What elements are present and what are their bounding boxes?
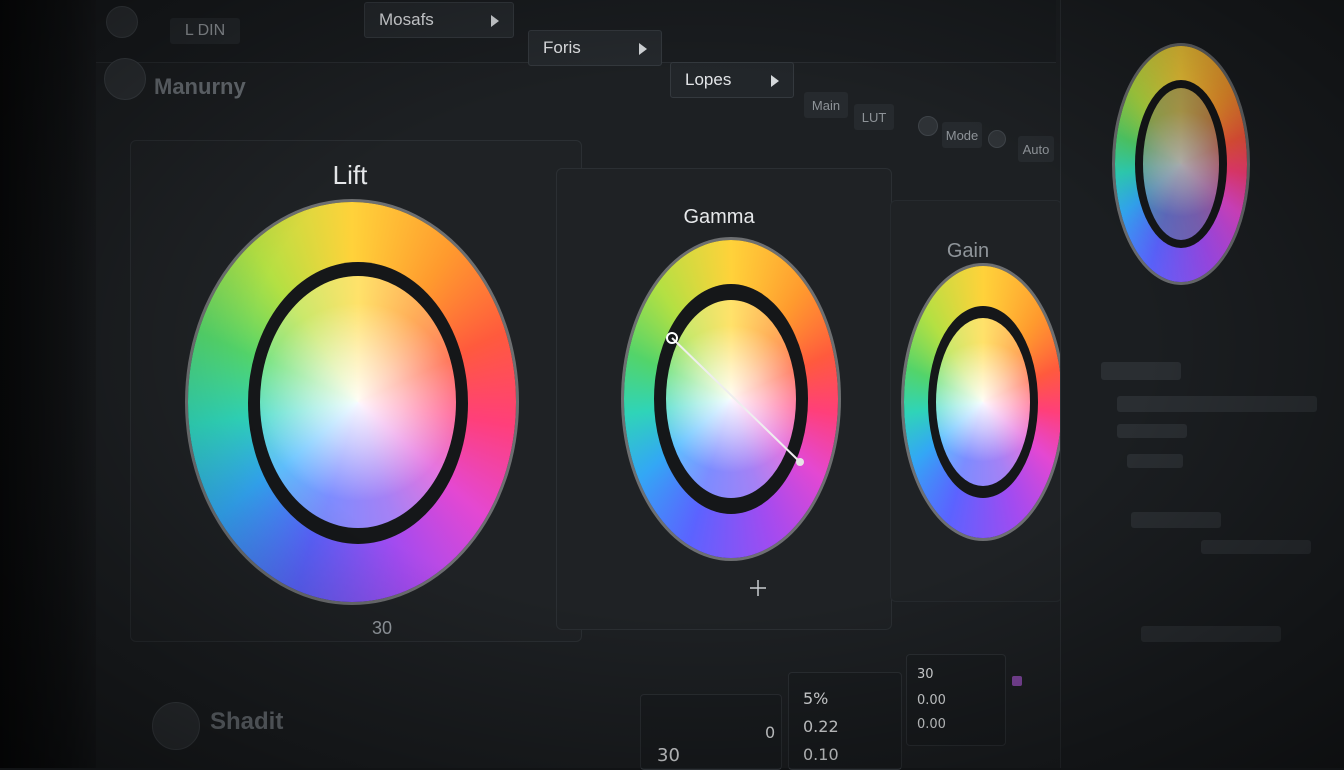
toolbar-chip-main[interactable]: Main bbox=[804, 92, 848, 118]
readout-value: 0.10 bbox=[803, 745, 839, 764]
lift-color-wheel[interactable] bbox=[188, 202, 516, 602]
add-icon[interactable] bbox=[748, 578, 768, 598]
section-collapse-button[interactable] bbox=[104, 58, 146, 100]
side-panel bbox=[1060, 0, 1344, 768]
bottom-section-collapse-button[interactable] bbox=[152, 702, 200, 750]
tab-label: Foris bbox=[543, 38, 581, 57]
gamma-label: Gamma bbox=[683, 206, 755, 228]
readout-value: 0.00 bbox=[917, 717, 946, 732]
toolbar-chip-lut[interactable]: LUT bbox=[854, 104, 894, 130]
property-row[interactable] bbox=[1141, 626, 1281, 642]
back-button[interactable] bbox=[106, 6, 138, 38]
property-row[interactable] bbox=[1117, 424, 1187, 438]
tab-label: Lopes bbox=[685, 70, 732, 89]
toggle-icon[interactable] bbox=[988, 130, 1006, 148]
color-disc bbox=[260, 276, 456, 528]
play-icon bbox=[639, 43, 647, 55]
readout-box-1: 30 0 bbox=[640, 694, 782, 770]
readout-value: 0.22 bbox=[803, 717, 839, 736]
gain-color-wheel[interactable] bbox=[904, 266, 1062, 538]
property-row[interactable] bbox=[1127, 454, 1183, 468]
lift-value: 30 bbox=[372, 618, 393, 638]
property-row[interactable] bbox=[1117, 396, 1317, 412]
readout-value: 5% bbox=[803, 689, 829, 708]
monitor-bezel bbox=[0, 0, 100, 768]
property-row[interactable] bbox=[1131, 512, 1221, 528]
tab-label: Mosafs bbox=[379, 10, 434, 29]
readout-box-3: 30 0.00 0.00 bbox=[906, 654, 1006, 746]
tab-mosafs[interactable]: Mosafs bbox=[364, 2, 514, 38]
toolbar-chip-mode[interactable]: Mode bbox=[942, 122, 982, 148]
bottom-section-title: Shadit bbox=[210, 708, 284, 735]
view-label: L DIN bbox=[170, 18, 240, 44]
tab-foris[interactable]: Foris bbox=[528, 30, 662, 66]
color-disc bbox=[936, 318, 1030, 486]
readout-value: 30 bbox=[917, 667, 934, 682]
preview-color-wheel[interactable] bbox=[1115, 46, 1247, 282]
readout-box-2: 5% 0.22 0.10 bbox=[788, 672, 902, 770]
play-icon bbox=[771, 75, 779, 87]
play-icon bbox=[491, 15, 499, 27]
readout-value: 0.00 bbox=[917, 693, 946, 708]
color-disc bbox=[1143, 88, 1219, 240]
section-title: Manurny bbox=[154, 74, 246, 99]
settings-icon[interactable] bbox=[918, 116, 938, 136]
readout-value: 0 bbox=[765, 723, 776, 742]
toolbar-chip-auto[interactable]: Auto bbox=[1018, 136, 1054, 162]
property-row[interactable] bbox=[1201, 540, 1311, 554]
gamma-adjust-line[interactable] bbox=[660, 330, 860, 530]
status-dot-purple bbox=[1012, 676, 1022, 686]
property-row[interactable] bbox=[1101, 362, 1181, 380]
gain-label: Gain bbox=[946, 240, 990, 262]
lift-label: Lift bbox=[332, 160, 368, 190]
readout-value: 30 bbox=[657, 745, 680, 766]
tab-lopes[interactable]: Lopes bbox=[670, 62, 794, 98]
